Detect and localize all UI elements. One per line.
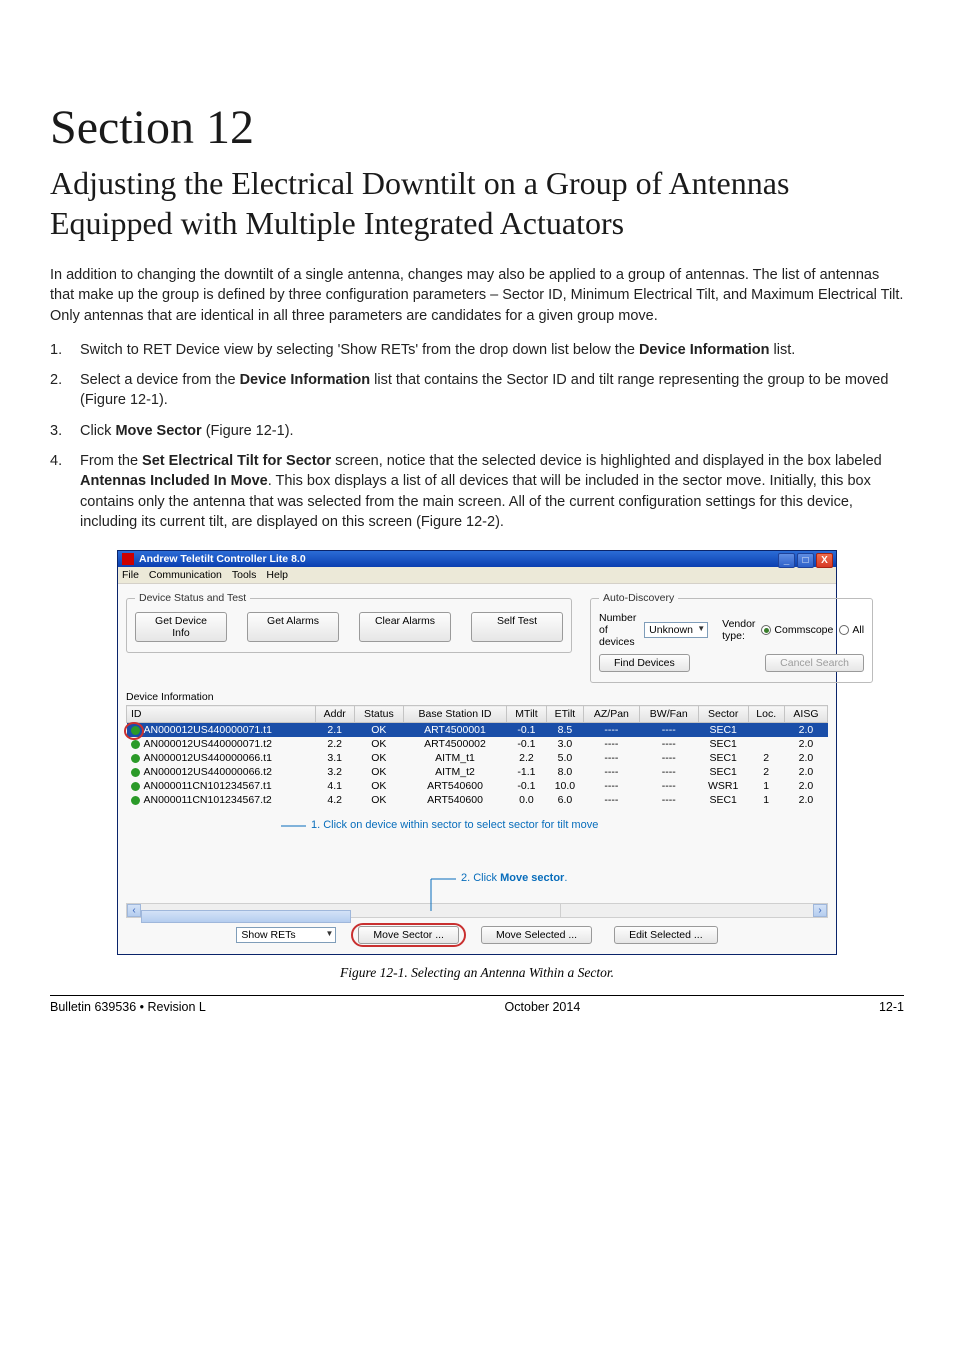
- scroll-thumb[interactable]: [141, 910, 351, 923]
- footer-right: 12-1: [879, 1000, 904, 1014]
- table-row[interactable]: AN000011CN101234567.t14.1OKART540600-0.1…: [127, 779, 828, 793]
- step-4-a: From the: [80, 453, 142, 469]
- radio-dot-icon: [839, 625, 849, 635]
- col-bwfan[interactable]: BW/Fan: [639, 706, 698, 723]
- footer-center: October 2014: [505, 1000, 581, 1014]
- num-devices-label: Number of devices: [599, 612, 638, 648]
- app-icon: [122, 553, 134, 565]
- get-device-info-button[interactable]: Get Device Info: [135, 612, 227, 642]
- step-3-c: (Figure 12-1).: [202, 423, 294, 439]
- menu-help[interactable]: Help: [266, 569, 288, 581]
- step-3: Click Move Sector (Figure 12-1).: [50, 421, 904, 441]
- minimize-button[interactable]: _: [778, 553, 795, 568]
- show-rets-dropdown[interactable]: Show RETs: [236, 927, 336, 943]
- move-selected-button[interactable]: Move Selected ...: [481, 926, 592, 944]
- menu-tools[interactable]: Tools: [232, 569, 257, 581]
- self-test-button[interactable]: Self Test: [471, 612, 563, 642]
- step-1: Switch to RET Device view by selecting '…: [50, 340, 904, 360]
- cancel-search-button[interactable]: Cancel Search: [765, 654, 864, 672]
- edit-selected-button[interactable]: Edit Selected ...: [614, 926, 718, 944]
- device-table: ID Addr Status Base Station ID MTilt ETi…: [126, 705, 828, 807]
- col-sector[interactable]: Sector: [698, 706, 748, 723]
- device-status-legend: Device Status and Test: [135, 592, 250, 604]
- app-title: Andrew Teletilt Controller Lite 8.0: [139, 553, 306, 565]
- vendor-all-label: All: [852, 624, 864, 636]
- move-sector-button[interactable]: Move Sector ...: [358, 926, 459, 944]
- clear-alarms-button[interactable]: Clear Alarms: [359, 612, 451, 642]
- table-row[interactable]: AN000012US440000066.t23.2OKAITM_t2-1.18.…: [127, 765, 828, 779]
- col-aisg[interactable]: AISG: [784, 706, 827, 723]
- annotation-2: 2. Click Move sector.: [461, 872, 567, 884]
- col-etilt[interactable]: ETilt: [546, 706, 583, 723]
- vendor-all-radio[interactable]: All: [839, 624, 864, 636]
- title-bar[interactable]: Andrew Teletilt Controller Lite 8.0 _ □ …: [118, 551, 836, 567]
- annotation-2-c: .: [564, 872, 567, 884]
- menu-file[interactable]: File: [122, 569, 139, 581]
- annotation-1: 1. Click on device within sector to sele…: [311, 819, 651, 831]
- menu-bar: File Communication Tools Help: [118, 567, 836, 584]
- col-status[interactable]: Status: [354, 706, 403, 723]
- step-1-a: Switch to RET Device view by selecting '…: [80, 342, 639, 358]
- vendor-commscope-label: Commscope: [774, 624, 833, 636]
- step-4: From the Set Electrical Tilt for Sector …: [50, 451, 904, 532]
- step-4-c: screen, notice that the selected device …: [331, 453, 882, 469]
- col-azpan[interactable]: AZ/Pan: [584, 706, 640, 723]
- table-row[interactable]: AN000012US440000071.t12.1OKART4500001-0.…: [127, 723, 828, 738]
- scroll-left-icon[interactable]: ‹: [127, 904, 141, 917]
- horizontal-scrollbar[interactable]: ‹ ›: [126, 903, 828, 918]
- annotation-2-b: Move sector: [500, 872, 564, 884]
- section-title: Adjusting the Electrical Downtilt on a G…: [50, 163, 904, 243]
- intro-paragraph: In addition to changing the downtilt of …: [50, 265, 904, 326]
- step-2-a: Select a device from the: [80, 372, 240, 388]
- radio-dot-icon: [761, 625, 771, 635]
- vendor-commscope-radio[interactable]: Commscope: [761, 624, 833, 636]
- step-2-bold: Device Information: [240, 372, 371, 388]
- table-row[interactable]: AN000011CN101234567.t24.2OKART5406000.06…: [127, 793, 828, 807]
- col-mtilt[interactable]: MTilt: [507, 706, 547, 723]
- scroll-right-icon[interactable]: ›: [813, 904, 827, 917]
- table-row[interactable]: AN000012US440000071.t22.2OKART4500002-0.…: [127, 737, 828, 751]
- auto-discovery-legend: Auto-Discovery: [599, 592, 678, 604]
- step-3-a: Click: [80, 423, 115, 439]
- app-window: Andrew Teletilt Controller Lite 8.0 _ □ …: [117, 550, 837, 955]
- vendor-type-label: Vendor type:: [722, 618, 755, 642]
- annotation-2-a: 2. Click: [461, 872, 500, 884]
- step-3-bold: Move Sector: [115, 423, 201, 439]
- auto-discovery-group: Auto-Discovery Number of devices Unknown…: [590, 592, 873, 683]
- step-4-b: Set Electrical Tilt for Sector: [142, 453, 331, 469]
- num-devices-dropdown[interactable]: Unknown: [644, 622, 708, 638]
- close-button[interactable]: X: [816, 553, 833, 568]
- find-devices-button[interactable]: Find Devices: [599, 654, 690, 672]
- get-alarms-button[interactable]: Get Alarms: [247, 612, 339, 642]
- step-4-d: Antennas Included In Move: [80, 473, 268, 489]
- device-information-label: Device Information: [126, 691, 828, 703]
- menu-communication[interactable]: Communication: [149, 569, 222, 581]
- footer-left: Bulletin 639536 • Revision L: [50, 1000, 206, 1014]
- step-1-c: list.: [769, 342, 795, 358]
- table-row[interactable]: AN000012US440000066.t13.1OKAITM_t12.25.0…: [127, 751, 828, 765]
- col-id[interactable]: ID: [127, 706, 316, 723]
- col-basestation[interactable]: Base Station ID: [403, 706, 506, 723]
- maximize-button[interactable]: □: [797, 553, 814, 568]
- section-number: Section 12: [50, 100, 904, 155]
- col-addr[interactable]: Addr: [315, 706, 354, 723]
- device-status-group: Device Status and Test Get Device Info G…: [126, 592, 572, 653]
- step-2: Select a device from the Device Informat…: [50, 370, 904, 411]
- step-1-bold: Device Information: [639, 342, 770, 358]
- col-loc[interactable]: Loc.: [748, 706, 784, 723]
- figure-caption: Figure 12-1. Selecting an Antenna Within…: [50, 965, 904, 981]
